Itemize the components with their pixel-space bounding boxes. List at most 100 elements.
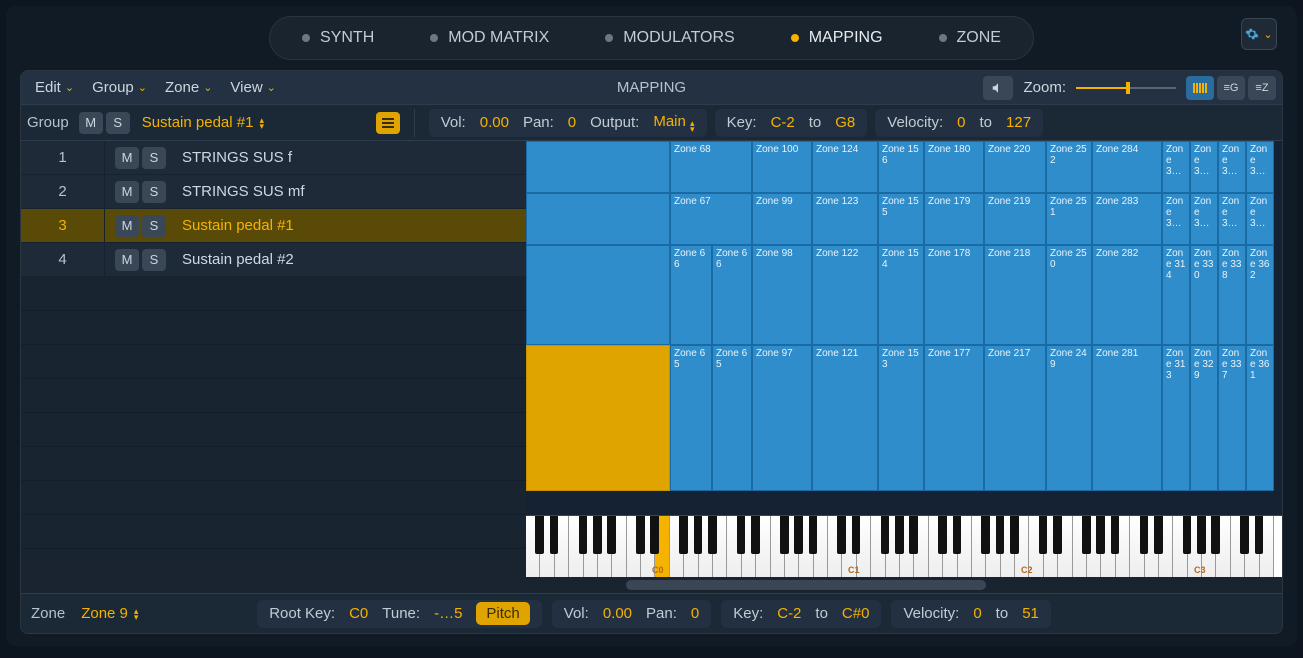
zone-key-high[interactable]: C#0 xyxy=(842,605,870,622)
group-list-item[interactable]: 3MSSustain pedal #1 xyxy=(21,209,526,243)
group-vel-high[interactable]: 127 xyxy=(1006,114,1031,131)
group-volume[interactable]: 0.00 xyxy=(480,114,509,131)
solo-button[interactable]: S xyxy=(142,215,166,237)
zone-vel-low[interactable]: 0 xyxy=(973,605,981,622)
zone-block[interactable]: Zone 282 xyxy=(1092,245,1162,345)
zone-block[interactable]: Zone 66 xyxy=(670,245,712,345)
zone-block[interactable]: Zone 337 xyxy=(1218,345,1246,491)
keyboard-ruler[interactable]: C0C1C2C3 xyxy=(526,515,1282,577)
zone-pan[interactable]: 0 xyxy=(691,605,699,622)
view-mode-group[interactable]: ≡G xyxy=(1217,76,1245,100)
zone-block[interactable]: Zone 124 xyxy=(812,141,878,193)
zone-block[interactable]: Zone 179 xyxy=(924,193,984,245)
zone-block[interactable]: Zone 338 xyxy=(1218,245,1246,345)
group-key-high[interactable]: G8 xyxy=(835,114,855,131)
zone-block[interactable]: Zone 180 xyxy=(924,141,984,193)
group-solo-button[interactable]: S xyxy=(106,112,130,134)
zone-block[interactable]: Zone 121 xyxy=(812,345,878,491)
zone-block[interactable] xyxy=(526,141,670,193)
group-list-item[interactable]: 1MSSTRINGS SUS f xyxy=(21,141,526,175)
zone-block[interactable]: Zone 361 xyxy=(1246,345,1274,491)
zone-selector[interactable]: Zone 9 ▴▾ xyxy=(77,605,247,622)
mute-button[interactable]: M xyxy=(115,215,139,237)
tab-synth[interactable]: SYNTH xyxy=(274,21,402,55)
zone-block[interactable] xyxy=(526,193,670,245)
menu-edit[interactable]: Edit ⌄ xyxy=(27,75,82,100)
zone-block[interactable]: Zone 97 xyxy=(752,345,812,491)
zone-block[interactable]: Zone 178 xyxy=(924,245,984,345)
zone-block[interactable]: Zone 67 xyxy=(670,193,752,245)
zone-block[interactable]: Zone 3… xyxy=(1218,141,1246,193)
zone-block[interactable]: Zone 3… xyxy=(1162,193,1190,245)
solo-button[interactable]: S xyxy=(142,181,166,203)
zone-block[interactable]: Zone 362 xyxy=(1246,245,1274,345)
menu-group[interactable]: Group ⌄ xyxy=(84,75,155,100)
mute-button[interactable]: M xyxy=(115,249,139,271)
zone-block[interactable]: Zone 68 xyxy=(670,141,752,193)
group-key-low[interactable]: C-2 xyxy=(771,114,795,131)
zone-block[interactable]: Zone 153 xyxy=(878,345,924,491)
zone-block[interactable]: Zone 155 xyxy=(878,193,924,245)
group-output[interactable]: Main ▴▾ xyxy=(653,113,694,132)
zone-block[interactable] xyxy=(526,245,670,345)
settings-button[interactable]: ⌄ xyxy=(1241,18,1277,50)
zone-block[interactable]: Zone 313 xyxy=(1162,345,1190,491)
zone-block[interactable]: Zone 284 xyxy=(1092,141,1162,193)
menu-view[interactable]: View ⌄ xyxy=(222,75,283,100)
group-list-item[interactable]: 4MSSustain pedal #2 xyxy=(21,243,526,277)
zone-block[interactable]: Zone 281 xyxy=(1092,345,1162,491)
zone-block[interactable]: Zone 220 xyxy=(984,141,1046,193)
zone-block[interactable]: Zone 3… xyxy=(1190,141,1218,193)
solo-button[interactable]: S xyxy=(142,147,166,169)
view-mode-zone[interactable]: ≡Z xyxy=(1248,76,1276,100)
zone-block[interactable]: Zone 251 xyxy=(1046,193,1092,245)
zone-block[interactable]: Zone 156 xyxy=(878,141,924,193)
horizontal-scrollbar[interactable] xyxy=(526,577,1282,593)
zone-volume[interactable]: 0.00 xyxy=(603,605,632,622)
zone-block[interactable]: Zone 249 xyxy=(1046,345,1092,491)
zone-block[interactable]: Zone 3… xyxy=(1218,193,1246,245)
zone-block[interactable]: Zone 66 xyxy=(712,245,752,345)
zone-vel-high[interactable]: 51 xyxy=(1022,605,1039,622)
zone-block[interactable]: Zone 329 xyxy=(1190,345,1218,491)
zone-block[interactable]: Zone 3… xyxy=(1246,193,1274,245)
zone-block[interactable]: Zone 3… xyxy=(1190,193,1218,245)
audition-button[interactable] xyxy=(983,76,1013,100)
group-list-toggle[interactable] xyxy=(376,112,400,134)
group-selector[interactable]: Sustain pedal #1 ▴▾ xyxy=(138,114,368,131)
group-mute-button[interactable]: M xyxy=(79,112,103,134)
mute-button[interactable]: M xyxy=(115,181,139,203)
zoom-slider[interactable] xyxy=(1076,82,1176,94)
mute-button[interactable]: M xyxy=(115,147,139,169)
zone-pitch-toggle[interactable]: Pitch xyxy=(476,602,529,625)
solo-button[interactable]: S xyxy=(142,249,166,271)
group-vel-low[interactable]: 0 xyxy=(957,114,965,131)
zone-block[interactable]: Zone 122 xyxy=(812,245,878,345)
zone-block[interactable]: Zone 98 xyxy=(752,245,812,345)
zone-block[interactable]: Zone 250 xyxy=(1046,245,1092,345)
zone-block[interactable] xyxy=(526,345,670,491)
group-list-item[interactable]: 2MSSTRINGS SUS mf xyxy=(21,175,526,209)
zone-block[interactable]: Zone 283 xyxy=(1092,193,1162,245)
tab-mod-matrix[interactable]: MOD MATRIX xyxy=(402,21,577,55)
group-pan[interactable]: 0 xyxy=(568,114,576,131)
tab-modulators[interactable]: MODULATORS xyxy=(577,21,762,55)
zone-block[interactable]: Zone 123 xyxy=(812,193,878,245)
zone-block[interactable]: Zone 3… xyxy=(1162,141,1190,193)
view-mode-zones[interactable] xyxy=(1186,76,1214,100)
zone-key-low[interactable]: C-2 xyxy=(777,605,801,622)
zone-block[interactable]: Zone 218 xyxy=(984,245,1046,345)
zone-block[interactable]: Zone 252 xyxy=(1046,141,1092,193)
zone-block[interactable]: Zone 65 xyxy=(712,345,752,491)
zone-root-key[interactable]: C0 xyxy=(349,605,368,622)
zone-block[interactable]: Zone 217 xyxy=(984,345,1046,491)
zone-block[interactable]: Zone 154 xyxy=(878,245,924,345)
tab-zone[interactable]: ZONE xyxy=(911,21,1029,55)
zone-block[interactable]: Zone 330 xyxy=(1190,245,1218,345)
zone-tune[interactable]: -…5 xyxy=(434,605,462,622)
menu-zone[interactable]: Zone ⌄ xyxy=(157,75,220,100)
zone-mapping-grid[interactable]: Zone 68Zone 100Zone 124Zone 156Zone 180Z… xyxy=(526,141,1282,515)
tab-mapping[interactable]: MAPPING xyxy=(763,21,911,55)
zone-block[interactable]: Zone 65 xyxy=(670,345,712,491)
zone-block[interactable]: Zone 314 xyxy=(1162,245,1190,345)
